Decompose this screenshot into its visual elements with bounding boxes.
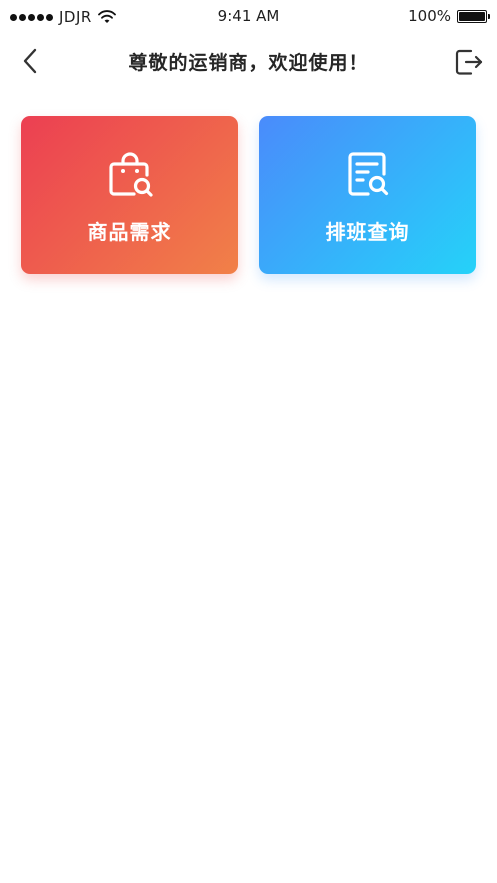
document-search-icon (347, 152, 388, 196)
schedule-query-label: 排班查询 (325, 220, 410, 244)
status-bar-right: 100% (408, 7, 490, 25)
page-title: 尊敬的运销商，欢迎使用！ (128, 52, 369, 74)
schedule-query-card[interactable]: 排班查询 (259, 116, 476, 274)
logout-icon (455, 49, 483, 75)
logout-button[interactable] (451, 45, 485, 79)
nav-bar: 尊敬的运销商，欢迎使用！ (0, 36, 497, 86)
status-bar: JDJR 9:41 AM 100% (0, 0, 497, 34)
shopping-bag-search-icon (108, 152, 153, 197)
battery-percent: 100% (408, 7, 451, 25)
battery-icon (457, 9, 490, 23)
goods-demand-label: 商品需求 (87, 220, 172, 244)
goods-demand-card[interactable]: 商品需求 (21, 116, 238, 274)
